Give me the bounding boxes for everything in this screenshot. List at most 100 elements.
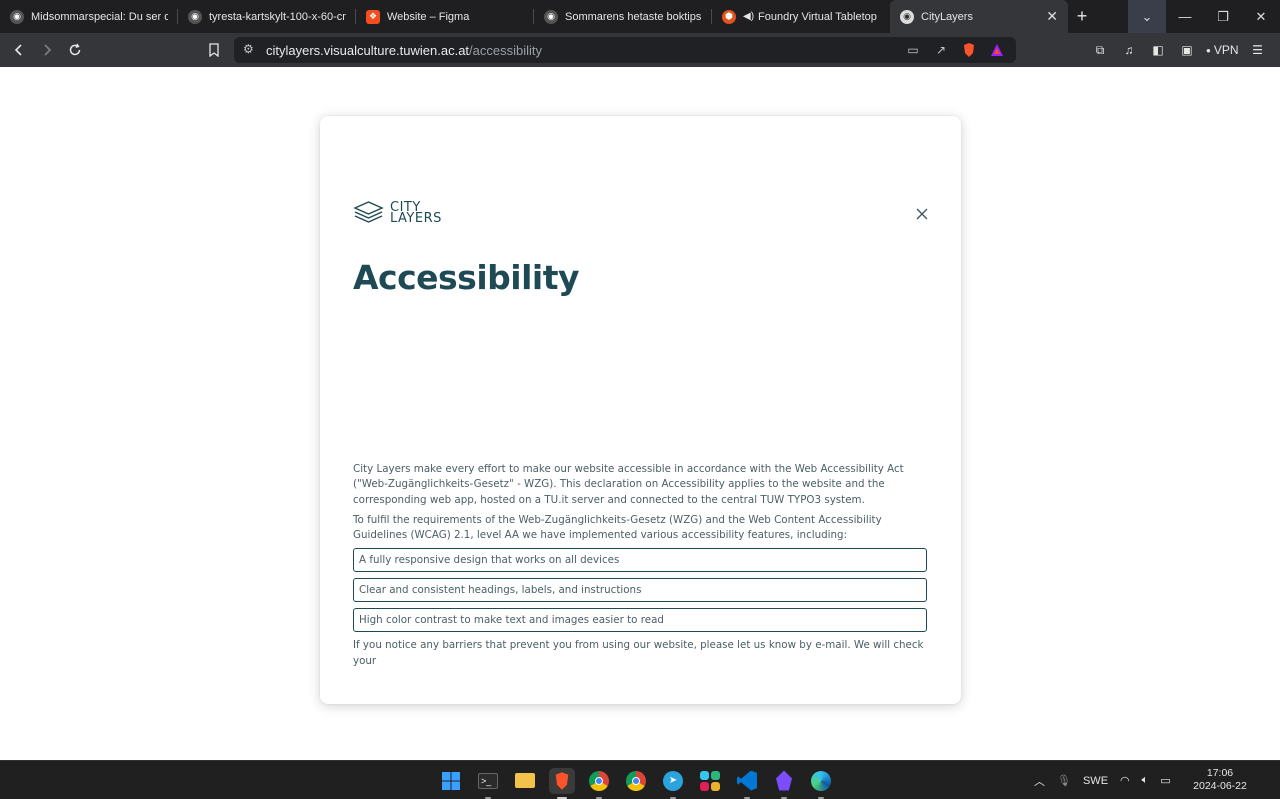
back-arrow-icon	[14, 44, 22, 56]
microphone-icon[interactable]: 🎙︎	[1057, 774, 1071, 787]
page-viewport: CITY LAYERS Accessibility City Layers ma…	[0, 67, 1280, 760]
city-layers-logo[interactable]: CITY LAYERS	[353, 200, 442, 226]
clock-time: 17:06	[1206, 767, 1234, 779]
tab-label: CityLayers	[921, 10, 973, 23]
menu-icon[interactable]: ☰	[1248, 40, 1268, 60]
close-tab-icon[interactable]: ✕	[1046, 8, 1058, 25]
telegram-app[interactable]: ➤	[660, 768, 686, 799]
tab-1[interactable]: ◉ tyresta-kartskylt-100-x-60-cm1	[178, 0, 356, 33]
brave-shields-icon[interactable]	[960, 41, 978, 59]
tab-5-active[interactable]: ◉ CityLayers ✕	[890, 0, 1068, 33]
vpn-label: VPN	[1213, 43, 1239, 57]
bookmark-button[interactable]	[200, 36, 228, 64]
modal-body: City Layers make every effort to make ou…	[353, 462, 928, 674]
restore-button[interactable]: ❐	[1204, 0, 1242, 33]
file-explorer-app[interactable]	[512, 768, 538, 794]
layers-logo-icon	[353, 201, 384, 223]
brave-rewards-icon[interactable]	[988, 41, 1006, 59]
clock[interactable]: 17:06 2024-06-22	[1190, 767, 1250, 793]
reload-icon	[69, 43, 81, 56]
wifi-icon[interactable]: ◠	[1120, 774, 1130, 787]
chrome-dev-app[interactable]	[586, 768, 612, 799]
chevron-up-icon[interactable]: ︿	[1034, 773, 1045, 789]
foundry-icon: ⬢	[722, 9, 736, 24]
chrome-dev-icon	[589, 770, 609, 791]
running-indicator	[596, 796, 602, 799]
tab-2[interactable]: ❖ Website – Figma	[356, 0, 534, 33]
terminal-app[interactable]: >_	[475, 768, 501, 799]
minimize-button[interactable]: —	[1166, 0, 1204, 33]
share-icon[interactable]: ↗	[932, 41, 950, 59]
obsidian-icon	[776, 770, 792, 791]
tab-label: tyresta-kartskylt-100-x-60-cm1	[209, 10, 346, 23]
feature-item-responsive: A fully responsive design that works on …	[353, 548, 927, 573]
vpn-status-icon: ●	[1206, 45, 1211, 55]
brave-icon	[555, 771, 569, 790]
slack-app[interactable]	[697, 768, 723, 794]
toolbar-right-actions: ⧉ ♫ ◧ ▣ ● VPN ☰	[1090, 33, 1268, 67]
vpn-button[interactable]: ● VPN	[1206, 40, 1239, 60]
slack-icon	[700, 770, 720, 791]
logo-wordmark: CITY LAYERS	[390, 201, 442, 226]
running-indicator	[818, 796, 824, 799]
logo-line-2: LAYERS	[390, 211, 442, 226]
brave-app[interactable]	[549, 767, 575, 799]
figma-icon: ❖	[366, 9, 380, 24]
sidebar-icon[interactable]: ◧	[1148, 40, 1168, 60]
tab-search-button[interactable]: ⌄	[1128, 0, 1166, 33]
tab-4[interactable]: ⬢ ◀) Foundry Virtual Tabletop	[712, 0, 890, 33]
running-indicator	[744, 796, 750, 799]
accessibility-modal: CITY LAYERS Accessibility City Layers ma…	[320, 116, 961, 704]
intro-paragraph: City Layers make every effort to make ou…	[353, 463, 904, 506]
tab-0[interactable]: ◉ Midsommarspecial: Du ser dig o	[0, 0, 178, 33]
chrome-icon	[626, 770, 646, 791]
tab-label: Sommarens hetaste boktips från	[565, 10, 702, 23]
site-info-icon[interactable]: ⚙	[243, 42, 254, 56]
media-icon[interactable]: ♫	[1119, 40, 1139, 60]
forward-button[interactable]	[33, 36, 61, 64]
start-button[interactable]	[438, 768, 464, 794]
tab-3[interactable]: ◉ Sommarens hetaste boktips från	[534, 0, 712, 33]
tab-label: Website – Figma	[387, 10, 470, 23]
close-window-button[interactable]: ✕	[1242, 0, 1280, 33]
url-path: /accessibility	[469, 42, 542, 58]
wallet-icon[interactable]: ▣	[1177, 40, 1197, 60]
language-indicator[interactable]: SWE	[1083, 775, 1108, 787]
tab-favicon-icon: ◉	[900, 9, 914, 24]
omnibox-actions: ▭ ↗	[904, 41, 1006, 59]
chrome-app[interactable]	[623, 768, 649, 794]
url-host: citylayers.visualculture.tuwien.ac.at	[266, 42, 470, 58]
page-title: Accessibility	[353, 258, 579, 297]
browser-toolbar: ⚙ citylayers.visualculture.tuwien.ac.at /…	[0, 33, 1280, 67]
close-icon	[916, 208, 928, 220]
feedback-paragraph: If you notice any barriers that prevent …	[353, 639, 924, 667]
edge-app[interactable]	[808, 768, 834, 799]
cast-icon[interactable]: ▭	[904, 41, 922, 59]
window-controls: ⌄ — ❐ ✕	[1128, 0, 1280, 33]
tab-label: Midsommarspecial: Du ser dig o	[31, 10, 168, 23]
feature-item-headings: Clear and consistent headings, labels, a…	[353, 578, 927, 603]
bookmark-icon	[209, 43, 219, 57]
feature-item-contrast: High color contrast to make text and ima…	[353, 608, 927, 633]
close-modal-button[interactable]	[913, 205, 931, 223]
requirements-paragraph: To fulfil the requirements of the Web-Zu…	[353, 513, 882, 542]
new-tab-button[interactable]: +	[1068, 0, 1096, 33]
taskbar-apps: >_ ➤	[438, 761, 834, 799]
address-bar[interactable]: ⚙ citylayers.visualculture.tuwien.ac.at /…	[234, 37, 1016, 63]
obsidian-app[interactable]	[771, 768, 797, 799]
vscode-app[interactable]	[734, 768, 760, 799]
running-indicator	[670, 796, 676, 799]
tab-label: Foundry Virtual Tabletop	[758, 10, 877, 23]
extensions-icon[interactable]: ⧉	[1090, 40, 1110, 60]
reload-button[interactable]	[61, 36, 89, 64]
running-indicator	[557, 796, 567, 799]
vscode-icon	[737, 770, 757, 791]
clock-date: 2024-06-22	[1193, 780, 1247, 792]
tab-favicon-icon: ◉	[10, 9, 24, 24]
terminal-icon: >_	[478, 772, 498, 789]
volume-icon[interactable]: 🔈︎	[1142, 774, 1149, 787]
battery-icon[interactable]: ▭	[1160, 774, 1170, 787]
speaker-icon[interactable]: ◀)	[743, 11, 754, 22]
running-indicator	[485, 796, 491, 799]
back-button[interactable]	[5, 36, 33, 64]
